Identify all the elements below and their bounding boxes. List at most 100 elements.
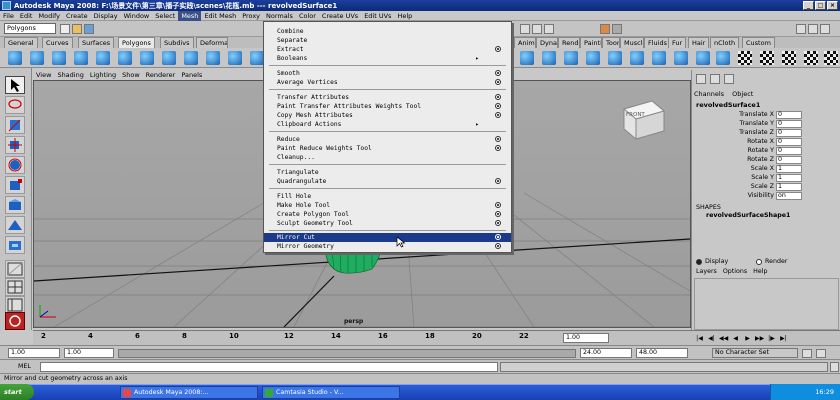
shelf-tab-rendering[interactable]: Rendering	[558, 37, 580, 48]
step-back-key-icon[interactable]: ◀◀	[719, 334, 728, 343]
scale-x-field[interactable]: 1	[776, 165, 802, 173]
shelf-tab-toon[interactable]: Toon	[602, 37, 620, 48]
manipulator-tool-icon[interactable]	[5, 196, 25, 214]
menu-proxy[interactable]: Proxy	[239, 11, 263, 21]
poly-pipe-icon[interactable]	[184, 51, 198, 65]
uv-checker-icon[interactable]	[738, 51, 752, 65]
menu-create[interactable]: Create	[63, 11, 91, 21]
poly-bevel-icon[interactable]	[608, 51, 622, 65]
new-scene-icon[interactable]	[60, 24, 70, 34]
go-to-end-icon[interactable]: ▶|	[779, 334, 788, 343]
character-set-dropdown[interactable]: No Character Set	[712, 348, 798, 358]
layer-help-menu[interactable]: Help	[753, 268, 767, 275]
poly-combine-icon[interactable]	[250, 51, 264, 65]
command-input[interactable]	[40, 362, 498, 372]
snap-curve-icon[interactable]	[532, 24, 542, 34]
shelf-tab-muscle[interactable]: Muscle	[620, 37, 644, 48]
menu-item-mirror-cut[interactable]: Mirror Cut	[264, 233, 511, 242]
option-box-icon[interactable]	[495, 79, 501, 85]
menu-item-copy-mesh-attributes[interactable]: Copy Mesh Attributes	[264, 111, 511, 120]
playback-start-field[interactable]: 1.00	[64, 348, 114, 358]
translate-x-field[interactable]: 0	[776, 111, 802, 119]
poly-torus-icon[interactable]	[118, 51, 132, 65]
shelf-tab-dynamics[interactable]: Dynamics	[536, 37, 558, 48]
menu-file[interactable]: File	[0, 11, 17, 21]
menu-window[interactable]: Window	[121, 11, 153, 21]
task-camtasia[interactable]: Camtasia Studio - V...	[262, 386, 400, 399]
rotate-z-field[interactable]: 0	[776, 156, 802, 164]
playback-end-field[interactable]: 24.00	[580, 348, 632, 358]
menu-item-transfer-attributes[interactable]: Transfer Attributes	[264, 93, 511, 102]
step-forward-icon[interactable]: |▶	[767, 334, 776, 343]
menu-select[interactable]: Select	[152, 11, 178, 21]
tool-settings-icon[interactable]	[808, 24, 818, 34]
menu-item-create-polygon-tool[interactable]: Create Polygon Tool	[264, 210, 511, 219]
menu-edit-uvs[interactable]: Edit UVs	[361, 11, 394, 21]
menu-help[interactable]: Help	[394, 11, 415, 21]
poly-bridge-icon[interactable]	[542, 51, 556, 65]
current-frame-field[interactable]: 1.00	[563, 333, 609, 343]
vp-menu-shading[interactable]: Shading	[54, 70, 86, 80]
menu-create-uvs[interactable]: Create UVs	[319, 11, 361, 21]
scale-z-field[interactable]: 1	[776, 183, 802, 191]
split-panel-icon[interactable]	[724, 74, 734, 84]
poly-append-icon[interactable]	[564, 51, 578, 65]
menu-item-cleanup[interactable]: Cleanup...	[264, 153, 511, 162]
shape-name[interactable]: revolvedSurfaceShape1	[706, 212, 790, 219]
poly-cone-icon[interactable]	[74, 51, 88, 65]
go-to-start-icon[interactable]: |◀	[695, 334, 704, 343]
option-box-icon[interactable]	[495, 103, 501, 109]
menu-item-average-vertices[interactable]: Average Vertices	[264, 78, 511, 87]
scale-y-field[interactable]: 1	[776, 174, 802, 182]
translate-y-field[interactable]: 0	[776, 120, 802, 128]
menu-set-selector[interactable]: Polygons	[4, 23, 56, 34]
shelf-tab-painteffects[interactable]: PaintEffects	[580, 37, 602, 48]
shelf-tab-polygons[interactable]: Polygons	[118, 37, 155, 48]
option-box-icon[interactable]	[495, 234, 501, 240]
vp-menu-lighting[interactable]: Lighting	[87, 70, 119, 80]
script-editor-icon[interactable]	[830, 362, 839, 372]
poly-cube-icon[interactable]	[30, 51, 44, 65]
move-tool-icon[interactable]	[5, 136, 25, 154]
option-box-icon[interactable]	[495, 112, 501, 118]
rotate-x-field[interactable]: 0	[776, 138, 802, 146]
shelf-tab-animation[interactable]: Animation	[514, 37, 536, 48]
range-bar[interactable]	[118, 349, 576, 358]
vp-menu-panels[interactable]: Panels	[178, 70, 205, 80]
option-box-icon[interactable]	[495, 178, 501, 184]
attribute-editor-icon[interactable]	[796, 24, 806, 34]
channels-menu[interactable]: Channels	[694, 90, 724, 98]
shelf-tab-subdivs[interactable]: Subdivs	[160, 37, 194, 48]
poly-smooth-icon[interactable]	[674, 51, 688, 65]
step-forward-key-icon[interactable]: ▶▶	[755, 334, 764, 343]
poly-soccer-icon[interactable]	[228, 51, 242, 65]
menu-modify[interactable]: Modify	[35, 11, 63, 21]
menu-item-reduce[interactable]: Reduce	[264, 135, 511, 144]
visibility-field[interactable]: on	[776, 192, 802, 200]
poly-sphere-icon[interactable]	[8, 51, 22, 65]
shelf-tab-ncloth[interactable]: nCloth	[710, 37, 740, 48]
uv-automatic-icon[interactable]	[824, 51, 838, 65]
view-cube[interactable]	[622, 100, 666, 140]
option-box-icon[interactable]	[495, 46, 501, 52]
snap-grid-icon[interactable]	[520, 24, 530, 34]
menu-color[interactable]: Color	[296, 11, 319, 21]
option-box-icon[interactable]	[495, 136, 501, 142]
show-manipulator-icon[interactable]	[5, 236, 25, 254]
poly-split-icon[interactable]	[586, 51, 600, 65]
uv-planar-icon[interactable]	[760, 51, 774, 65]
menu-item-combine[interactable]: Combine	[264, 27, 511, 36]
shelf-tab-fur[interactable]: Fur	[668, 37, 687, 48]
vp-menu-renderer[interactable]: Renderer	[143, 70, 179, 80]
key-icon[interactable]	[802, 349, 812, 358]
play-backwards-icon[interactable]: ◀	[731, 334, 740, 343]
single-pane-layout-icon[interactable]	[5, 260, 25, 278]
render-radio[interactable]	[756, 259, 762, 265]
menu-display[interactable]: Display	[91, 11, 121, 21]
close-button[interactable]: ×	[827, 1, 838, 10]
option-box-icon[interactable]	[495, 94, 501, 100]
menu-item-triangulate[interactable]: Triangulate	[264, 168, 511, 177]
object-menu[interactable]: Object	[732, 90, 753, 98]
menu-item-fill-hole[interactable]: Fill Hole	[264, 192, 511, 201]
channel-box-icon[interactable]	[820, 24, 830, 34]
